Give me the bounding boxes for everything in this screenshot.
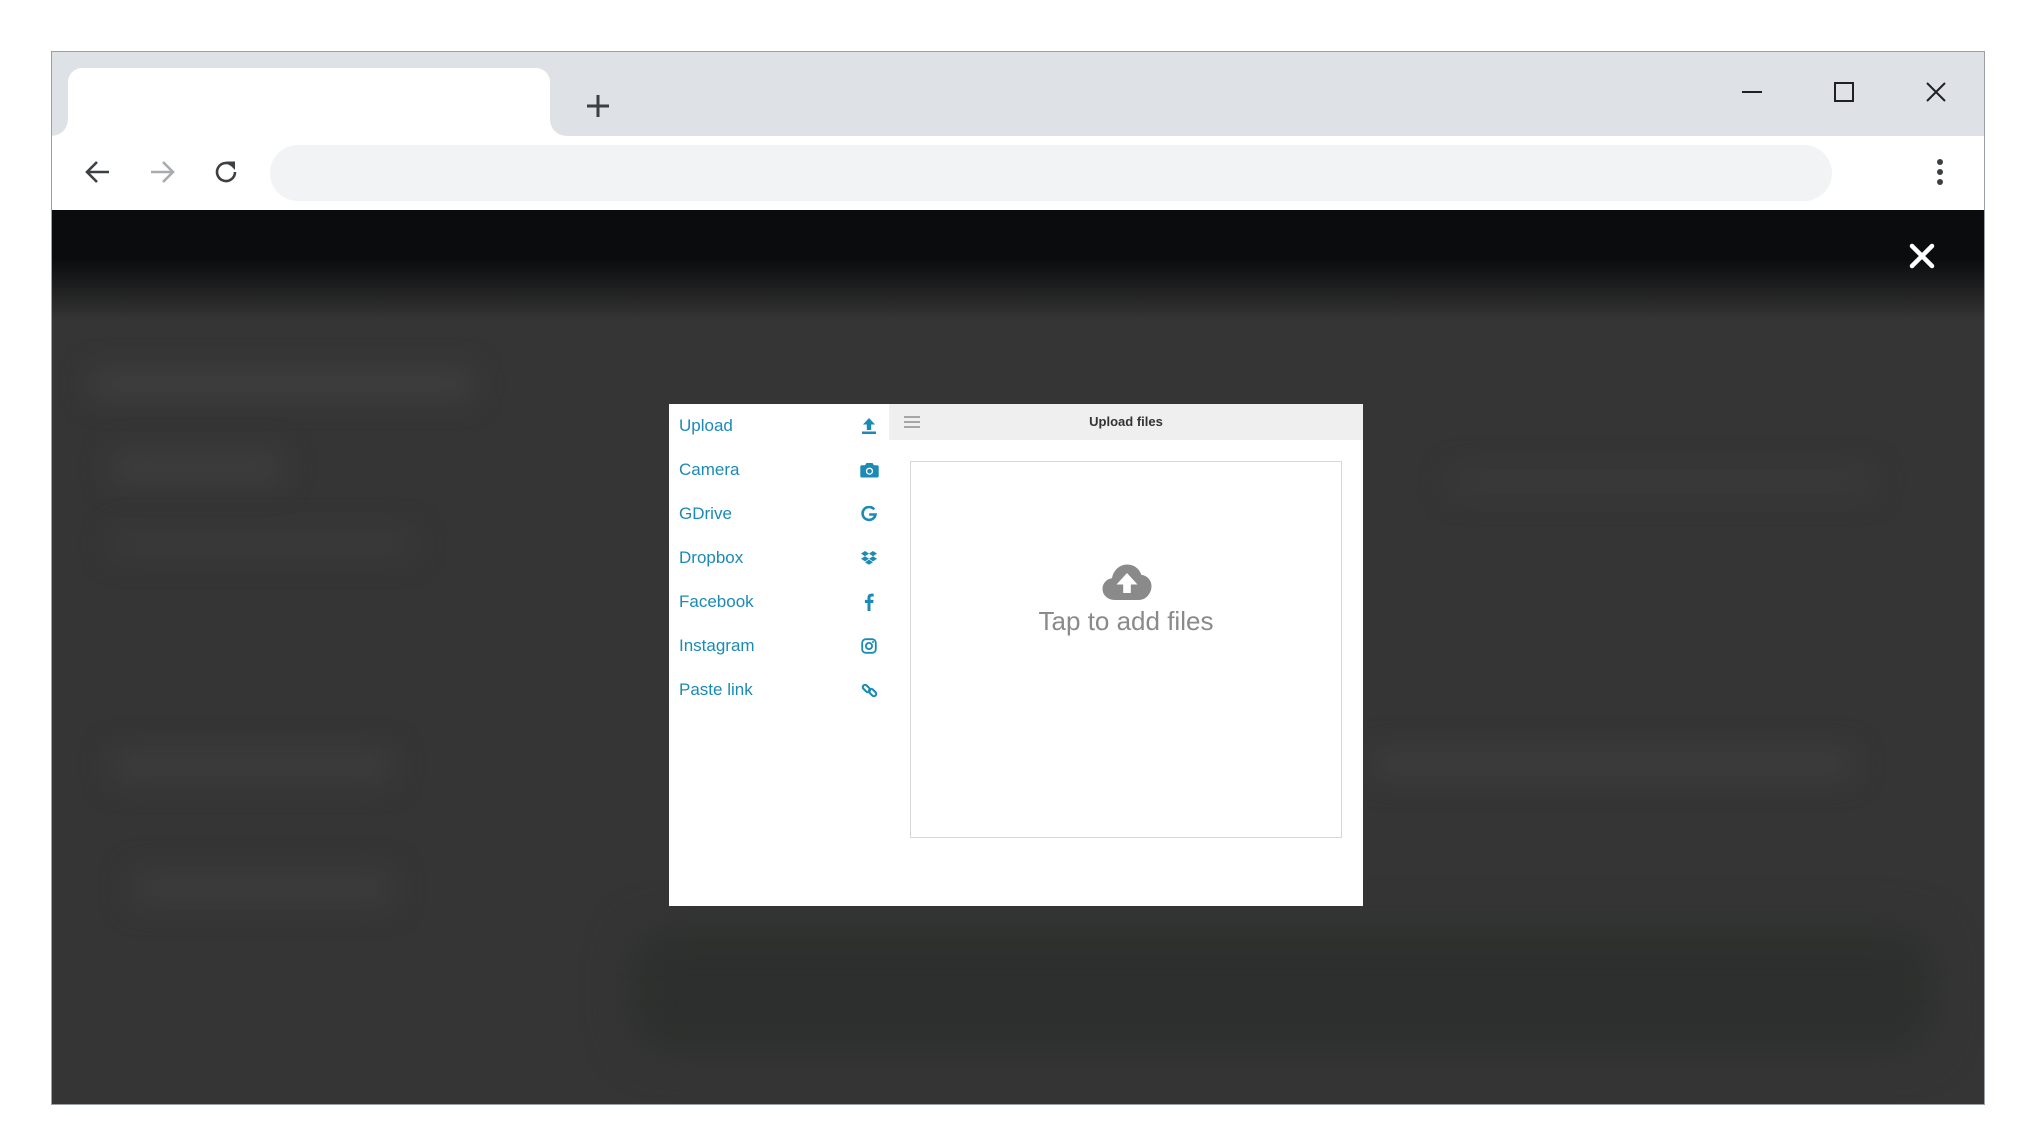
maximize-button[interactable] bbox=[1814, 70, 1874, 114]
file-picker-modal: Upload Camera GDrive Dropbox Facebook In… bbox=[669, 404, 1363, 906]
blurred-background bbox=[1452, 470, 1872, 494]
minimize-icon bbox=[1742, 91, 1762, 93]
blurred-background bbox=[92, 370, 472, 398]
instagram-icon bbox=[859, 636, 879, 656]
upload-header: Upload files bbox=[889, 404, 1363, 440]
dropbox-icon bbox=[859, 548, 879, 568]
file-dropzone[interactable]: Tap to add files bbox=[910, 461, 1342, 838]
arrow-left-icon bbox=[85, 161, 109, 183]
overlay-close-button[interactable] bbox=[1902, 236, 1942, 276]
source-label: Upload bbox=[679, 416, 733, 435]
source-item-gdrive[interactable]: GDrive bbox=[669, 492, 889, 536]
address-bar[interactable] bbox=[270, 145, 1832, 201]
back-button[interactable] bbox=[74, 148, 122, 196]
source-sidebar: Upload Camera GDrive Dropbox Facebook In… bbox=[669, 404, 889, 906]
upload-icon bbox=[859, 416, 879, 436]
maximize-icon bbox=[1834, 82, 1854, 102]
minimize-button[interactable] bbox=[1722, 70, 1782, 114]
blurred-background bbox=[632, 930, 1932, 1050]
browser-toolbar bbox=[52, 136, 1984, 210]
browser-tab[interactable] bbox=[52, 68, 566, 136]
tab-strip bbox=[52, 52, 1984, 136]
source-label: Paste link bbox=[679, 680, 753, 699]
source-label: GDrive bbox=[679, 504, 732, 523]
forward-button[interactable] bbox=[138, 148, 186, 196]
source-item-facebook[interactable]: Facebook bbox=[669, 580, 889, 624]
more-vert-icon bbox=[1937, 159, 1943, 185]
new-tab-button[interactable] bbox=[576, 84, 620, 128]
plus-icon bbox=[587, 95, 609, 117]
panel-title: Upload files bbox=[1089, 414, 1163, 429]
source-item-instagram[interactable]: Instagram bbox=[669, 624, 889, 668]
close-icon bbox=[1909, 243, 1935, 269]
blurred-background bbox=[132, 870, 392, 906]
source-item-paste-link[interactable]: Paste link bbox=[669, 668, 889, 712]
reload-icon bbox=[215, 161, 237, 183]
source-item-dropbox[interactable]: Dropbox bbox=[669, 536, 889, 580]
camera-icon bbox=[859, 460, 879, 480]
blurred-background bbox=[1372, 750, 1852, 778]
link-icon bbox=[859, 680, 879, 700]
browser-window: Upload Camera GDrive Dropbox Facebook In… bbox=[51, 51, 1985, 1105]
source-label: Instagram bbox=[679, 636, 755, 655]
overlay-top-shade bbox=[52, 210, 1984, 320]
window-close-button[interactable] bbox=[1906, 70, 1966, 114]
facebook-icon bbox=[859, 592, 879, 612]
source-item-upload[interactable]: Upload bbox=[669, 404, 889, 448]
page-overlay: Upload Camera GDrive Dropbox Facebook In… bbox=[52, 210, 1984, 1104]
blurred-background bbox=[112, 450, 282, 484]
source-label: Camera bbox=[679, 460, 740, 479]
blurred-background bbox=[112, 750, 392, 782]
google-icon bbox=[859, 504, 879, 524]
reload-button[interactable] bbox=[202, 148, 250, 196]
source-label: Facebook bbox=[679, 592, 754, 611]
blurred-background bbox=[112, 530, 412, 556]
source-item-camera[interactable]: Camera bbox=[669, 448, 889, 492]
close-icon bbox=[1926, 82, 1946, 102]
source-label: Dropbox bbox=[679, 548, 744, 567]
arrow-right-icon bbox=[151, 161, 175, 183]
cloud-upload-icon bbox=[1102, 564, 1152, 600]
dropzone-text: Tap to add files bbox=[1038, 606, 1214, 636]
browser-menu-button[interactable] bbox=[1918, 148, 1962, 196]
